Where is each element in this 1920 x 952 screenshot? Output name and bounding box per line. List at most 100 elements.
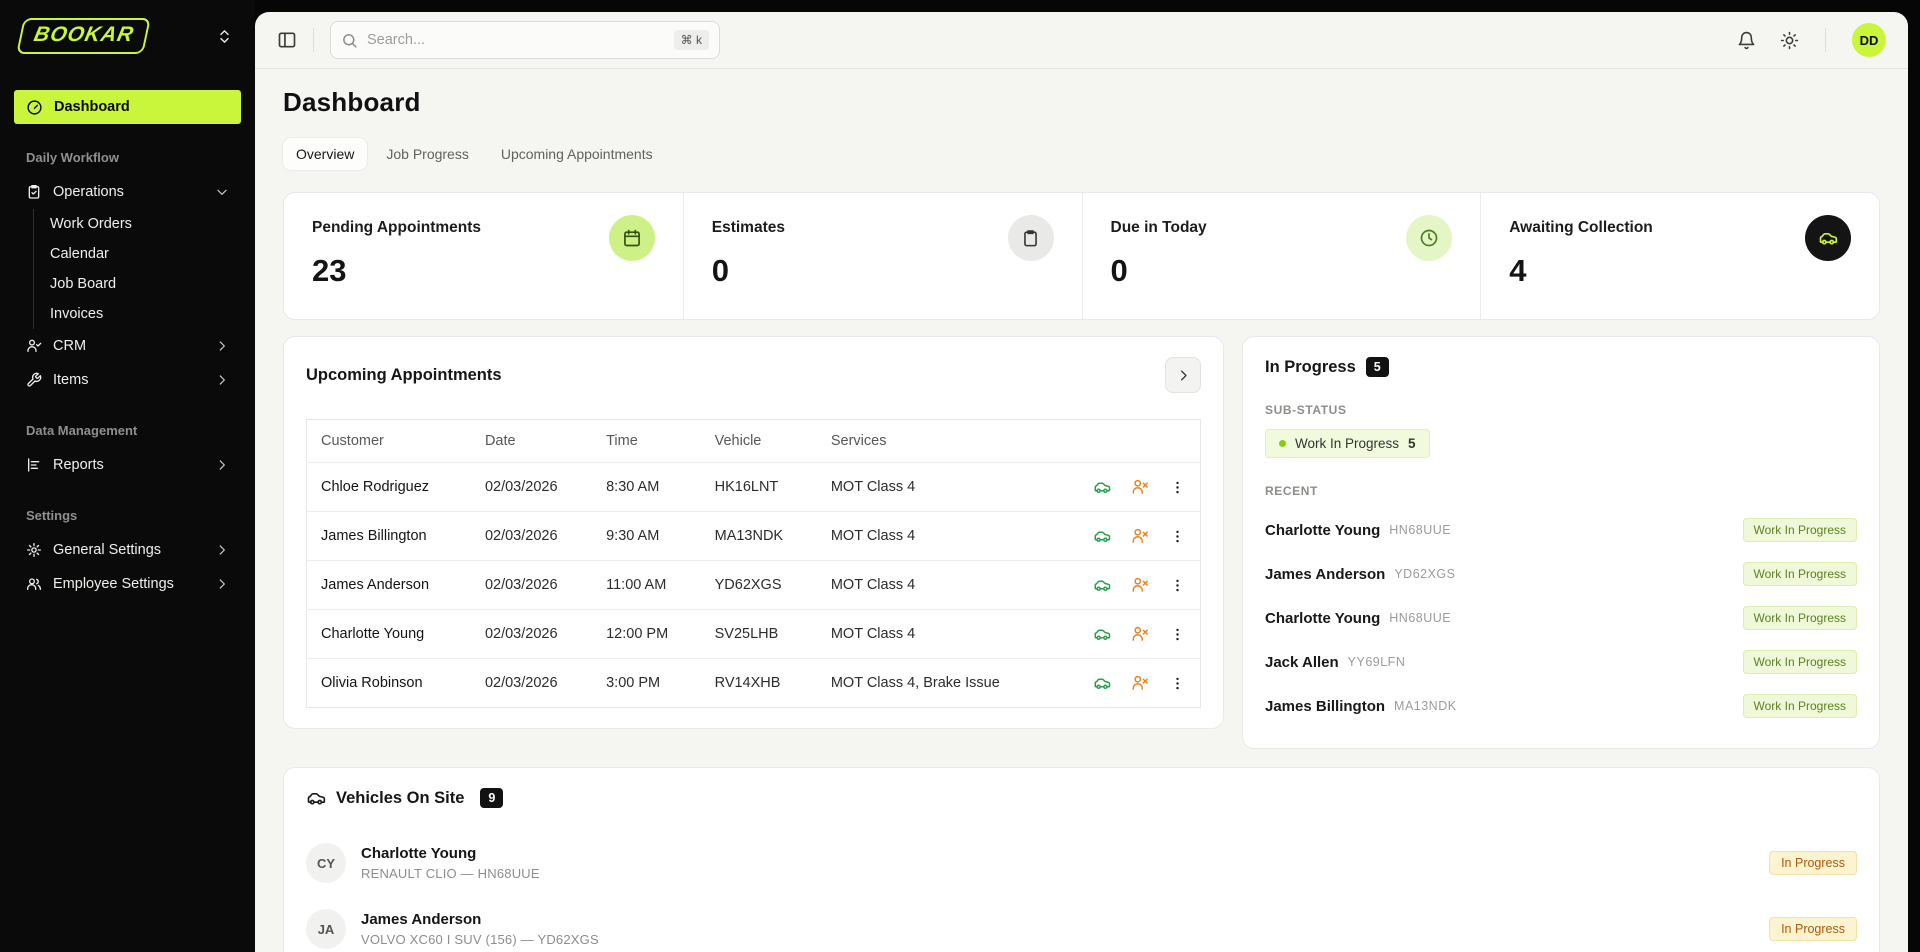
vehicle-action-icon[interactable] <box>1093 527 1111 545</box>
chevron-down-icon <box>215 185 229 199</box>
recent-customer-name: James Billington <box>1265 698 1385 715</box>
appointment-row[interactable]: James Billington 02/03/2026 9:30 AM MA13… <box>307 512 1201 561</box>
sidebar-item-calendar[interactable]: Calendar <box>34 239 241 269</box>
card-title: Vehicles On Site <box>336 789 464 808</box>
row-menu-icon[interactable] <box>1169 528 1186 545</box>
appointment-vehicle: HK16LNT <box>701 463 817 512</box>
appointment-customer: James Anderson <box>307 561 471 610</box>
vehicle-action-icon[interactable] <box>1093 674 1111 692</box>
column-header-services: Services <box>817 420 1054 463</box>
vehicle-action-icon[interactable] <box>1093 478 1111 496</box>
recent-customer-name: Charlotte Young <box>1265 610 1380 627</box>
recent-job-row[interactable]: Jack Allen YY69LFN Work In Progress <box>1265 640 1857 684</box>
sidebar-item-general-settings[interactable]: General Settings <box>14 533 241 567</box>
avatar: CY <box>306 843 346 883</box>
bell-icon[interactable] <box>1737 31 1756 50</box>
work-in-progress-badge: Work In Progress <box>1743 518 1857 542</box>
clipboard-icon <box>1008 215 1054 261</box>
row-menu-icon[interactable] <box>1169 577 1186 594</box>
recent-job-row[interactable]: James Billington MA13NDK Work In Progres… <box>1265 684 1857 728</box>
user-avatar[interactable]: DD <box>1852 23 1886 57</box>
sidebar-item-work-orders[interactable]: Work Orders <box>34 209 241 239</box>
sidebar-item-reports[interactable]: Reports <box>14 448 241 482</box>
appointment-row[interactable]: Charlotte Young 02/03/2026 12:00 PM SV25… <box>307 610 1201 659</box>
main-panel: ⌘ k DD Dashboard Overview Job Progress U… <box>255 12 1908 952</box>
recent-job-row[interactable]: James Anderson YD62XGS Work In Progress <box>1265 552 1857 596</box>
vehicle-customer-name: James Anderson <box>361 911 599 928</box>
search-input[interactable] <box>367 32 665 48</box>
column-header-actions <box>1054 420 1200 463</box>
app-root: BOOKAR Dashboard Daily Workflow Operatio… <box>0 0 1920 952</box>
operations-sub-list: Work Orders Calendar Job Board Invoices <box>33 209 241 329</box>
sidebar-item-crm[interactable]: CRM <box>14 329 241 363</box>
stat-value: 23 <box>312 253 655 289</box>
stat-label: Pending Appointments <box>312 219 655 237</box>
appointment-date: 02/03/2026 <box>471 561 592 610</box>
calendar-icon <box>609 215 655 261</box>
sidebar-collapse-icon[interactable] <box>213 25 235 47</box>
tab-job-progress[interactable]: Job Progress <box>373 138 481 170</box>
recent-job-row[interactable]: Charlotte Young HN68UUE Work In Progress <box>1265 596 1857 640</box>
chevron-right-icon <box>215 373 229 387</box>
sidebar-item-items[interactable]: Items <box>14 363 241 397</box>
appointment-customer: Olivia Robinson <box>307 659 471 708</box>
search-box[interactable]: ⌘ k <box>330 21 720 59</box>
table-header-row: Customer Date Time Vehicle Services <box>307 420 1201 463</box>
recent-job-row[interactable]: Charlotte Young HN68UUE Work In Progress <box>1265 508 1857 552</box>
sidebar-item-employee-settings[interactable]: Employee Settings <box>14 567 241 601</box>
work-in-progress-badge: Work In Progress <box>1743 606 1857 630</box>
vehicles-count-badge: 9 <box>480 788 503 808</box>
remove-customer-action-icon[interactable] <box>1131 576 1149 594</box>
sub-status-chip[interactable]: Work In Progress 5 <box>1265 429 1430 458</box>
remove-customer-action-icon[interactable] <box>1131 527 1149 545</box>
work-in-progress-badge: Work In Progress <box>1743 562 1857 586</box>
stat-estimates: Estimates 0 <box>683 193 1082 319</box>
sidebar-item-job-board[interactable]: Job Board <box>34 269 241 299</box>
page-content: Dashboard Overview Job Progress Upcoming… <box>255 69 1908 952</box>
appointment-vehicle: MA13NDK <box>701 512 817 561</box>
vehicle-list-item[interactable]: JA James Anderson VOLVO XC60 I SUV (156)… <box>306 896 1857 952</box>
appointment-row[interactable]: James Anderson 02/03/2026 11:00 AM YD62X… <box>307 561 1201 610</box>
page-title: Dashboard <box>283 87 1880 118</box>
appointment-time: 12:00 PM <box>592 610 701 659</box>
chevron-right-icon <box>215 458 229 472</box>
panel-toggle-icon[interactable] <box>277 30 297 50</box>
sidebar-item-invoices[interactable]: Invoices <box>34 299 241 329</box>
theme-toggle-icon[interactable] <box>1780 31 1799 50</box>
search-icon <box>341 32 358 49</box>
vehicle-list-item[interactable]: CY Charlotte Young RENAULT CLIO — HN68UU… <box>306 830 1857 896</box>
vehicle-action-icon[interactable] <box>1093 625 1111 643</box>
sidebar-nav: Dashboard Daily Workflow Operations Work… <box>14 90 241 601</box>
column-header-time: Time <box>592 420 701 463</box>
brand-logo-text: BOOKAR <box>32 23 136 47</box>
appointments-table: Customer Date Time Vehicle Services <box>306 419 1201 708</box>
chevron-right-icon <box>215 339 229 353</box>
vehicle-customer-name: Charlotte Young <box>361 845 540 862</box>
remove-customer-action-icon[interactable] <box>1131 478 1149 496</box>
appointment-date: 02/03/2026 <box>471 463 592 512</box>
clock-icon <box>1406 215 1452 261</box>
next-page-button[interactable] <box>1165 357 1201 393</box>
stat-value: 4 <box>1509 253 1851 289</box>
appointment-customer: Chloe Rodriguez <box>307 463 471 512</box>
sidebar-item-operations[interactable]: Operations <box>14 175 241 209</box>
vehicle-status-badge: In Progress <box>1769 851 1857 875</box>
row-menu-icon[interactable] <box>1169 675 1186 692</box>
recent-label: RECENT <box>1265 484 1857 498</box>
tab-overview[interactable]: Overview <box>283 138 367 170</box>
appointment-row[interactable]: Olivia Robinson 02/03/2026 3:00 PM RV14X… <box>307 659 1201 708</box>
appointment-date: 02/03/2026 <box>471 610 592 659</box>
remove-customer-action-icon[interactable] <box>1131 625 1149 643</box>
vehicle-action-icon[interactable] <box>1093 576 1111 594</box>
tab-upcoming-appointments[interactable]: Upcoming Appointments <box>488 138 666 170</box>
card-title: In Progress <box>1265 358 1356 377</box>
appointment-row[interactable]: Chloe Rodriguez 02/03/2026 8:30 AM HK16L… <box>307 463 1201 512</box>
in-progress-card: In Progress 5 SUB-STATUS Work In Progres… <box>1242 336 1880 749</box>
row-menu-icon[interactable] <box>1169 479 1186 496</box>
appointment-time: 9:30 AM <box>592 512 701 561</box>
remove-customer-action-icon[interactable] <box>1131 674 1149 692</box>
row-menu-icon[interactable] <box>1169 626 1186 643</box>
recent-vehicle-reg: YD62XGS <box>1394 567 1455 581</box>
stat-cards: Pending Appointments 23 Estimates 0 Due … <box>283 192 1880 320</box>
sidebar-item-dashboard[interactable]: Dashboard <box>14 90 241 124</box>
